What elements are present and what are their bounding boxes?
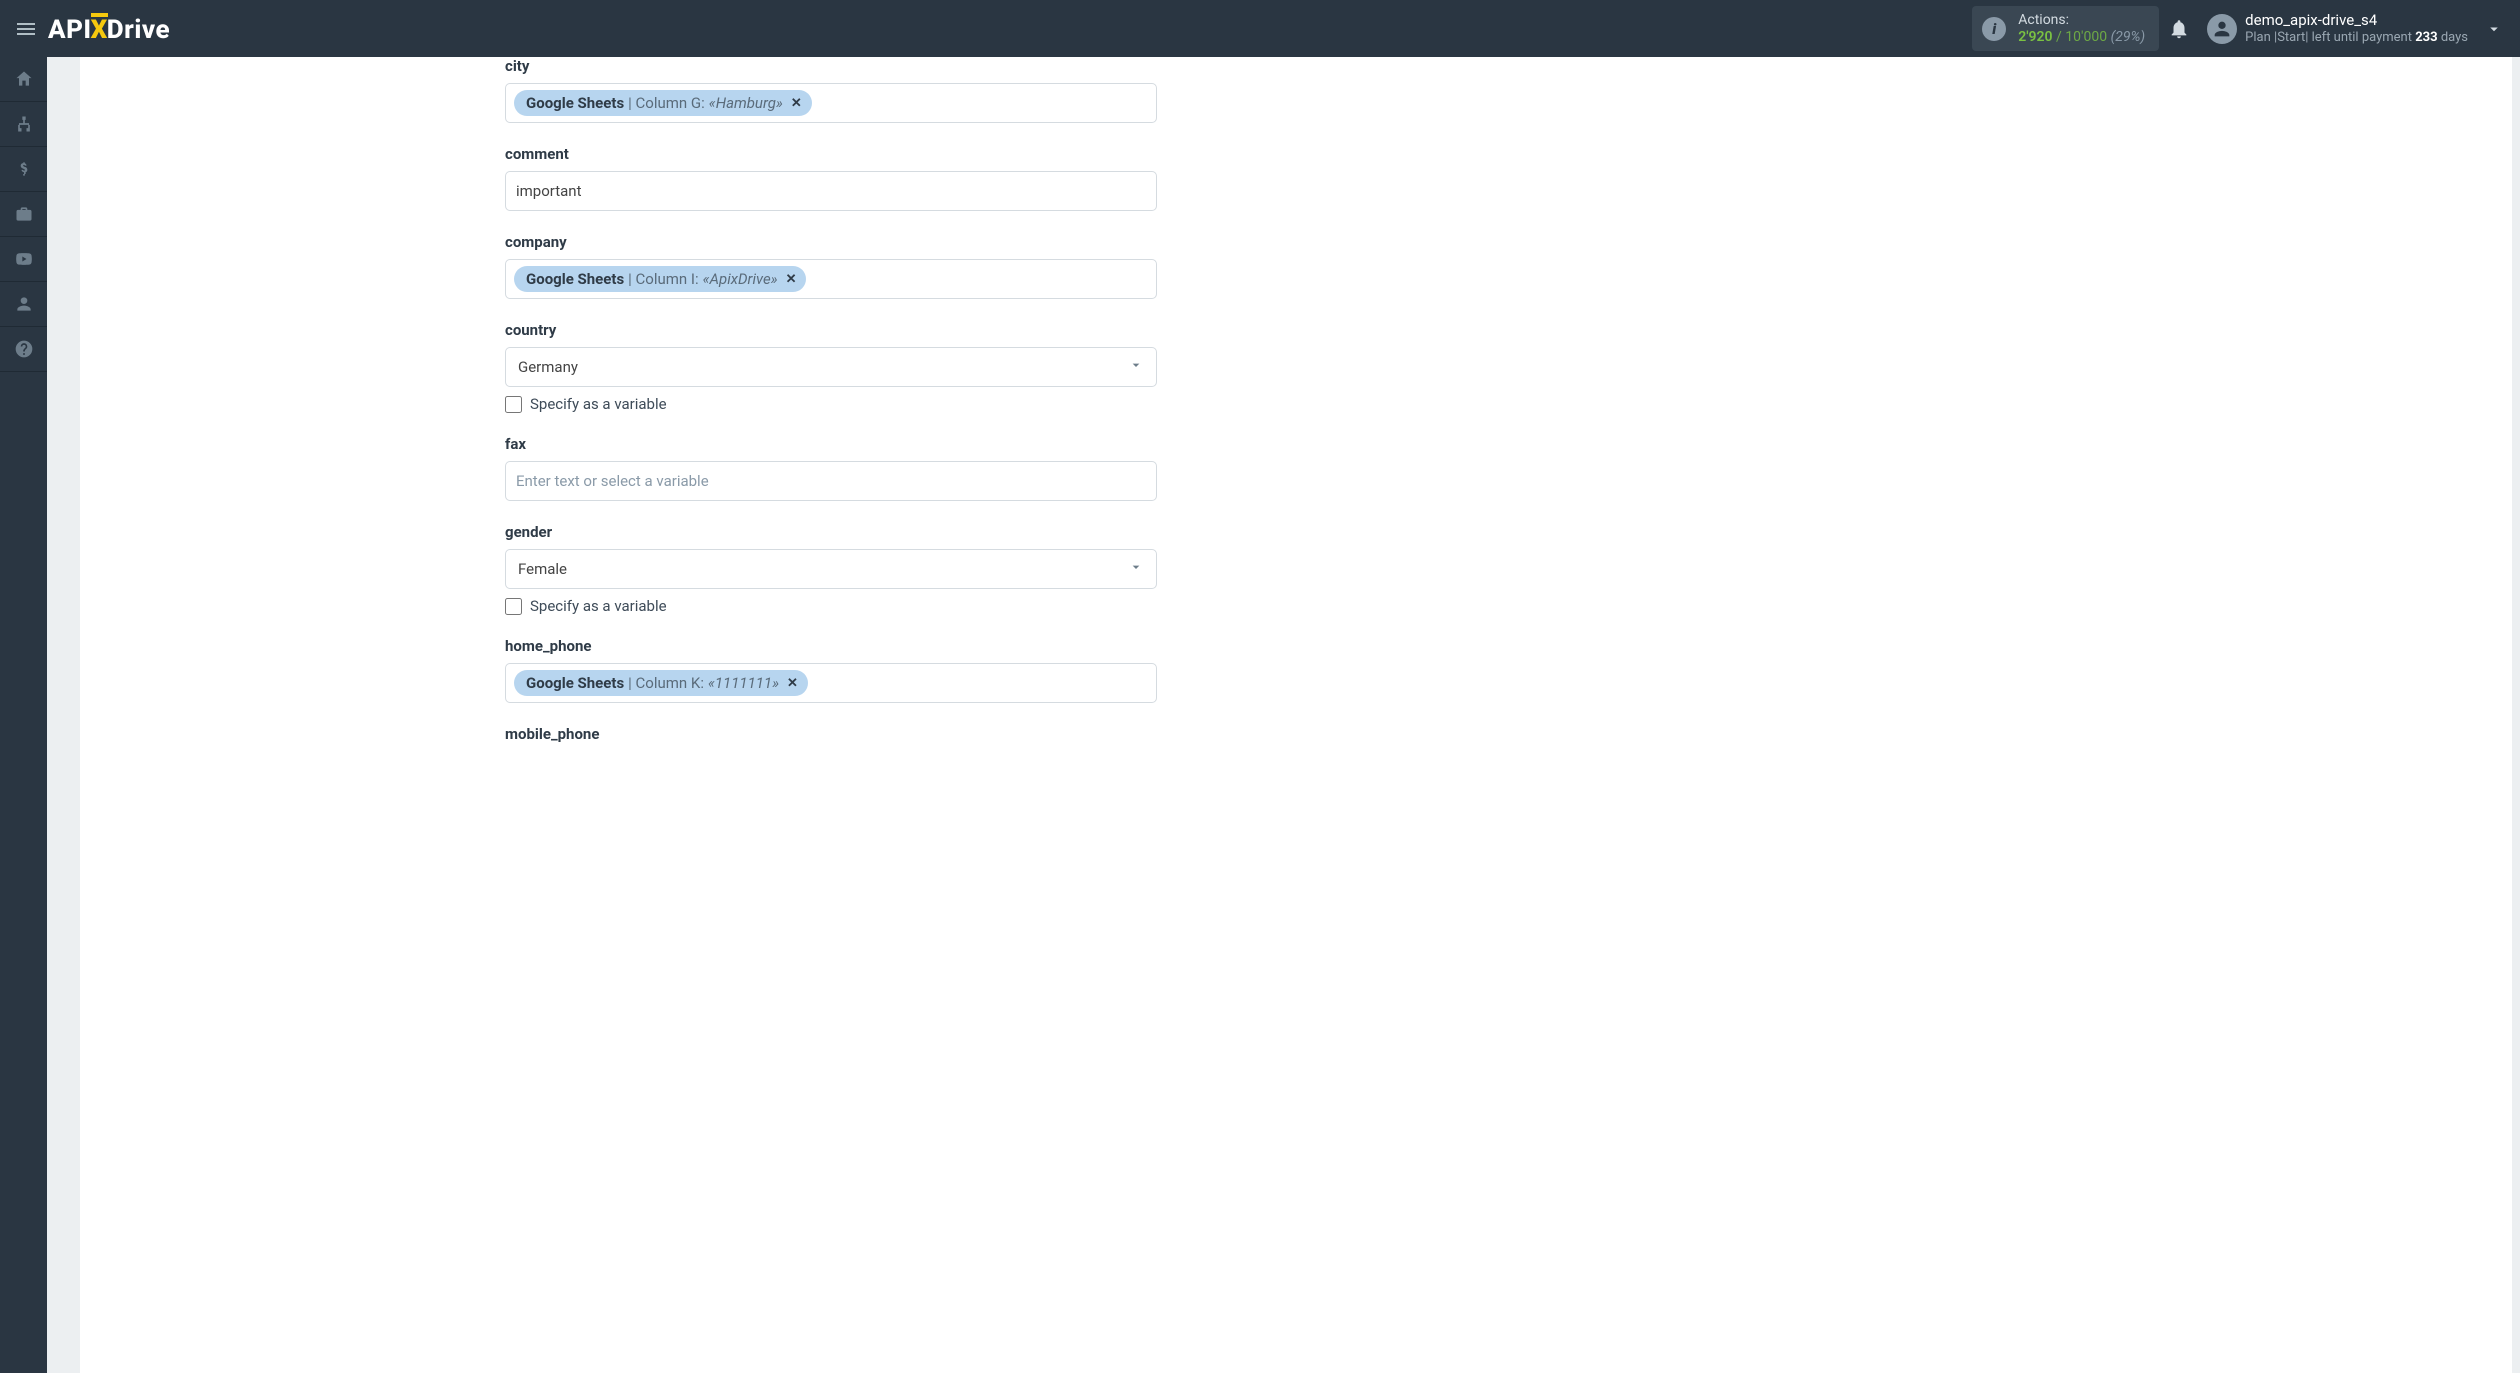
field-label: country [505,321,1157,339]
logo-text-api: API [48,15,92,45]
home-phone-token: Google Sheets | Column K: «1111111» ✕ [514,670,808,696]
home-phone-input[interactable]: Google Sheets | Column K: «1111111» ✕ [505,663,1157,703]
user-text: demo_apix-drive_s4 Plan |Start| left unt… [2245,11,2468,46]
username: demo_apix-drive_s4 [2245,11,2468,30]
company-token-remove[interactable]: ✕ [786,272,797,287]
chevron-down-icon [1128,559,1144,579]
topbar: API X Drive i Actions: 2'920 / 10'000 (2… [0,0,2520,57]
rail-youtube[interactable] [0,237,47,282]
logo-text-drive: Drive [107,15,170,45]
rail-briefcase[interactable] [0,192,47,237]
left-rail [0,57,47,1373]
gender-selected: Female [518,560,567,578]
user-menu-toggle[interactable] [2476,11,2512,47]
rail-billing[interactable] [0,147,47,192]
comment-input-wrap [505,171,1157,211]
actions-text: Actions: 2'920 / 10'000 (29%) [2018,12,2145,46]
fax-input[interactable] [516,462,1146,500]
logo-x-icon: X [91,13,108,45]
avatar-icon [2207,14,2237,44]
chevron-down-icon [1128,357,1144,377]
field-mobile-phone: mobile_phone [505,725,1157,743]
field-label: gender [505,523,1157,541]
rail-account[interactable] [0,282,47,327]
city-input[interactable]: Google Sheets | Column G: «Hamburg» ✕ [505,83,1157,123]
notifications-button[interactable] [2159,9,2199,49]
gender-specify-checkbox[interactable] [505,598,522,615]
gender-specify-label[interactable]: Specify as a variable [530,597,667,615]
country-specify-checkbox[interactable] [505,396,522,413]
comment-input[interactable] [516,172,1146,210]
field-gender: gender Female Specify as a variable [505,523,1157,615]
field-label: fax [505,435,1157,453]
home-phone-token-remove[interactable]: ✕ [787,676,798,691]
country-specify-label[interactable]: Specify as a variable [530,395,667,413]
field-label: city [505,57,1157,75]
city-token: Google Sheets | Column G: «Hamburg» ✕ [514,90,812,116]
fax-input-wrap [505,461,1157,501]
info-icon: i [1982,17,2006,41]
field-comment: comment [505,145,1157,211]
field-company: company Google Sheets | Column I: «ApixD… [505,233,1157,299]
plan-line: Plan |Start| left until payment 233 days [2245,30,2468,46]
country-select[interactable]: Germany [505,347,1157,387]
city-token-remove[interactable]: ✕ [791,96,802,111]
company-input[interactable]: Google Sheets | Column I: «ApixDrive» ✕ [505,259,1157,299]
country-selected: Germany [518,358,578,376]
actions-counter[interactable]: i Actions: 2'920 / 10'000 (29%) [1972,6,2159,52]
field-country: country Germany Specify as a variable [505,321,1157,413]
field-label: company [505,233,1157,251]
user-block[interactable]: demo_apix-drive_s4 Plan |Start| left unt… [2207,11,2468,46]
page-scroll[interactable]: city Google Sheets | Column G: «Hamburg»… [47,57,2520,1373]
logo[interactable]: API X Drive [48,13,170,45]
field-label: home_phone [505,637,1157,655]
hamburger-menu[interactable] [8,11,44,47]
field-label: comment [505,145,1157,163]
gender-select[interactable]: Female [505,549,1157,589]
rail-connections[interactable] [0,102,47,147]
field-fax: fax [505,435,1157,501]
field-home-phone: home_phone Google Sheets | Column K: «11… [505,637,1157,703]
rail-help[interactable] [0,327,47,372]
company-token: Google Sheets | Column I: «ApixDrive» ✕ [514,266,806,292]
field-city: city Google Sheets | Column G: «Hamburg»… [505,57,1157,123]
rail-home[interactable] [0,57,47,102]
field-label: mobile_phone [505,725,1157,743]
